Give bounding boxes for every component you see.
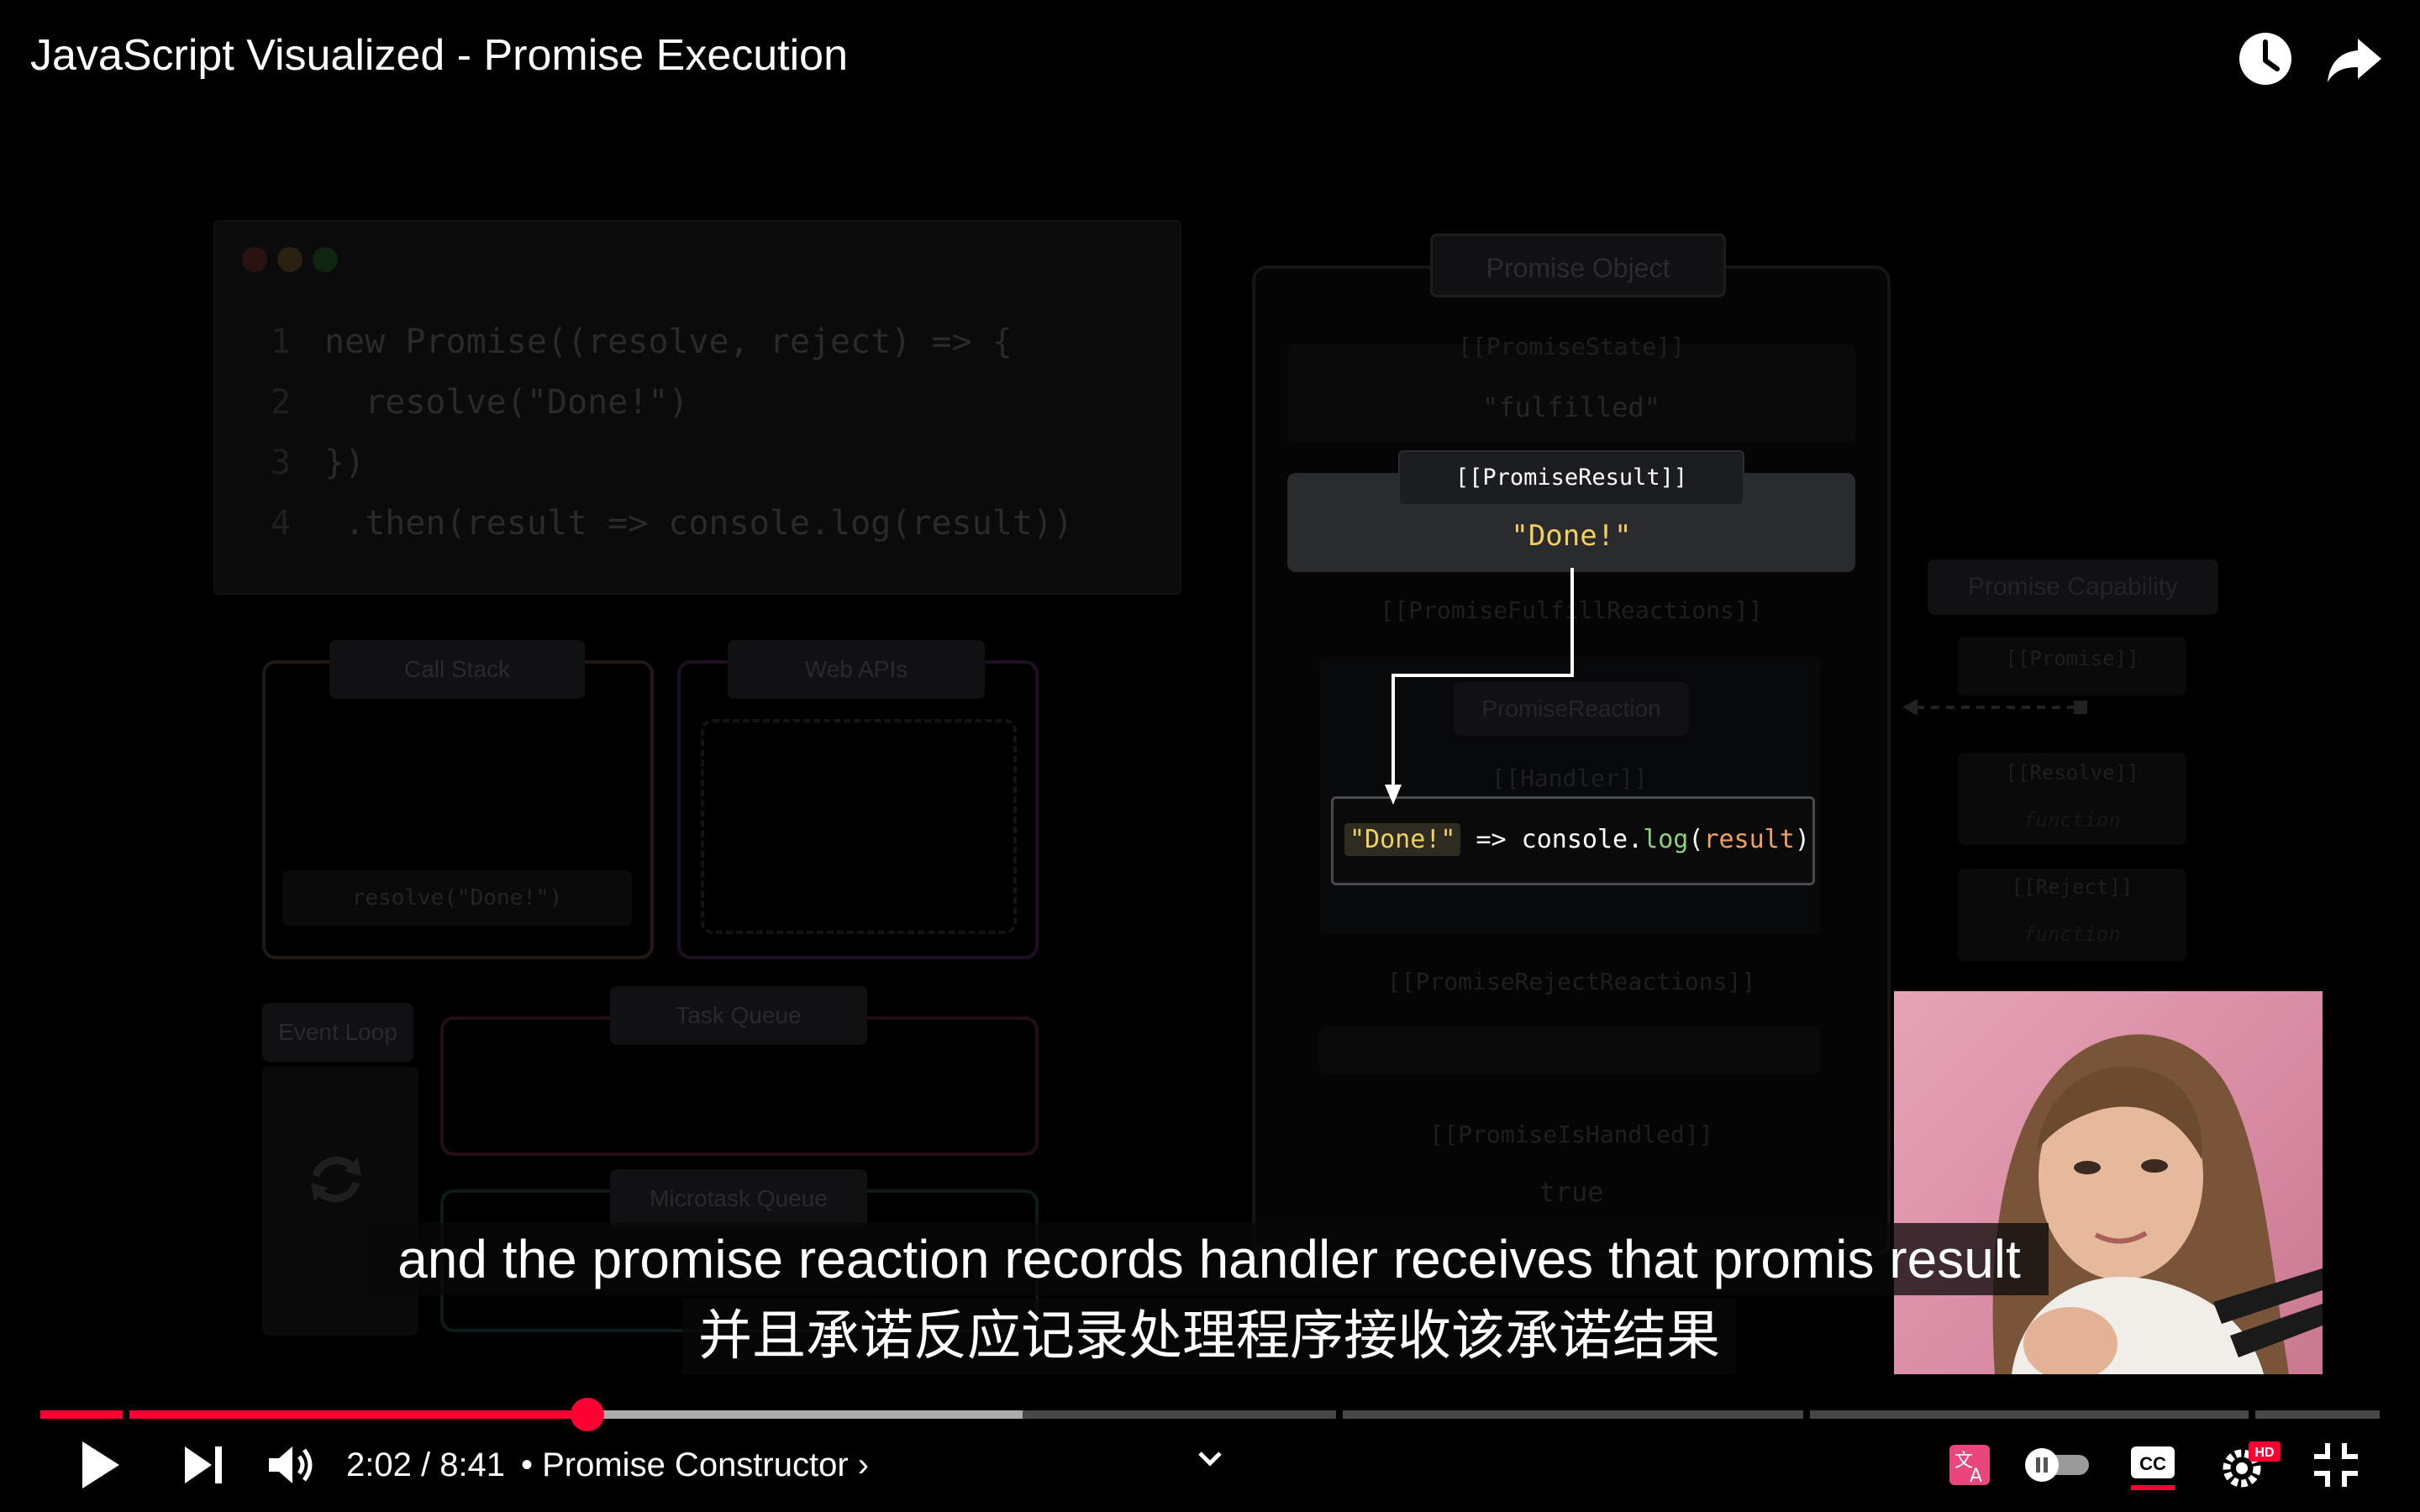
play-icon[interactable]	[69, 1435, 129, 1499]
chevron-down-icon[interactable]	[1193, 1441, 1227, 1475]
auto-translate-icon[interactable]: 文 A	[1946, 1441, 1993, 1493]
presenter-image	[1992, 1034, 2323, 1374]
code-line: 2 resolve("Done!")	[271, 383, 689, 422]
video-player[interactable]: 1 new Promise((resolve, reject) => { 2 re…	[0, 0, 2420, 1512]
svg-text:A: A	[1970, 1466, 1982, 1487]
is-handled-label: [[PromiseIsHandled]]	[1429, 1121, 1713, 1148]
cap-resolve-value: function	[2023, 808, 2121, 832]
web-apis-label: Web APIs	[728, 640, 985, 699]
hd-badge: HD	[2254, 1446, 2274, 1460]
scrubber-handle[interactable]	[571, 1398, 605, 1431]
is-handled-value: true	[1539, 1176, 1604, 1208]
code-line: 3})	[271, 444, 366, 482]
cc-label: CC	[2139, 1453, 2166, 1474]
handler-code: "Done!" => console.log(result)	[1344, 823, 1810, 856]
cc-button[interactable]: CC	[2129, 1441, 2176, 1496]
promise-object-label: Promise Object	[1430, 234, 1726, 297]
presenter-webcam	[1894, 991, 2323, 1374]
window-dot-yellow	[277, 247, 302, 272]
promise-result-label: [[PromiseResult]]	[1398, 450, 1744, 506]
handler-paren-open: (	[1688, 825, 1704, 854]
next-icon[interactable]	[171, 1435, 232, 1499]
call-stack-item: resolve("Done!")	[282, 870, 632, 926]
reject-reactions-box	[1319, 1026, 1820, 1074]
window-dot-red	[242, 247, 267, 272]
exit-fullscreen-icon[interactable]	[2311, 1440, 2361, 1494]
time-display: 2:02 / 8:41	[346, 1446, 506, 1483]
code-line: 4 .then(result => console.log(result))	[271, 504, 1074, 543]
volume-icon[interactable]	[260, 1435, 321, 1499]
handler-param: result	[1703, 825, 1795, 854]
handler-arg: "Done!"	[1344, 823, 1461, 856]
reject-reactions-label: [[PromiseRejectReactions]]	[1386, 968, 1756, 995]
cap-resolve-label: [[Resolve]]	[2005, 761, 2139, 785]
chapter-segment	[1810, 1410, 2249, 1419]
promise-state-value: "fulfilled"	[1482, 391, 1660, 423]
code-line: 1 new Promise((resolve, reject) => {	[271, 323, 1013, 361]
cap-promise-label: [[Promise]]	[2005, 647, 2139, 670]
task-queue-label: Task Queue	[610, 986, 867, 1045]
chapter-title[interactable]: • Promise Constructor ›	[521, 1446, 869, 1484]
handler-arrow: => console.	[1460, 825, 1644, 854]
video-title[interactable]: JavaScript Visualized - Promise Executio…	[30, 30, 848, 81]
played-progress	[129, 1410, 588, 1419]
cap-reject-value: function	[2023, 922, 2121, 946]
capability-dashed-arrow	[1902, 699, 2087, 716]
autoplay-toggle-icon[interactable]	[2022, 1443, 2094, 1491]
promise-capability-label: Promise Capability	[1928, 559, 2218, 615]
played-progress-first	[40, 1410, 123, 1419]
handler-fn: log	[1643, 825, 1689, 854]
progress-bar[interactable]	[40, 1398, 2380, 1431]
chapter-segment	[2255, 1410, 2380, 1419]
call-stack-label: Call Stack	[329, 640, 585, 699]
promise-result-value: "Done!"	[1511, 519, 1632, 553]
web-apis-dropzone	[701, 719, 1017, 934]
microtask-queue-label: Microtask Queue	[610, 1169, 867, 1228]
clock-icon[interactable]	[2235, 29, 2296, 89]
gear-icon[interactable]: HD	[2218, 1438, 2282, 1496]
handler-paren-close: )	[1794, 825, 1810, 854]
cap-reject-label: [[Reject]]	[2011, 875, 2133, 899]
event-loop-label: Event Loop	[262, 1003, 413, 1062]
share-arrow-icon[interactable]	[2324, 29, 2385, 89]
promise-state-label: [[PromiseState]]	[1458, 333, 1685, 360]
refresh-icon	[311, 1156, 361, 1203]
caption-english: and the promise reaction records handler…	[370, 1223, 2049, 1295]
result-to-handler-arrow	[1385, 568, 1574, 805]
window-dot-green	[313, 247, 338, 272]
code-editor: 1 new Promise((resolve, reject) => { 2 re…	[213, 220, 1181, 595]
chapter-segment	[1343, 1410, 1803, 1419]
caption-chinese: 并且承诺反应记录处理程序接收该承诺结果	[682, 1299, 1736, 1374]
